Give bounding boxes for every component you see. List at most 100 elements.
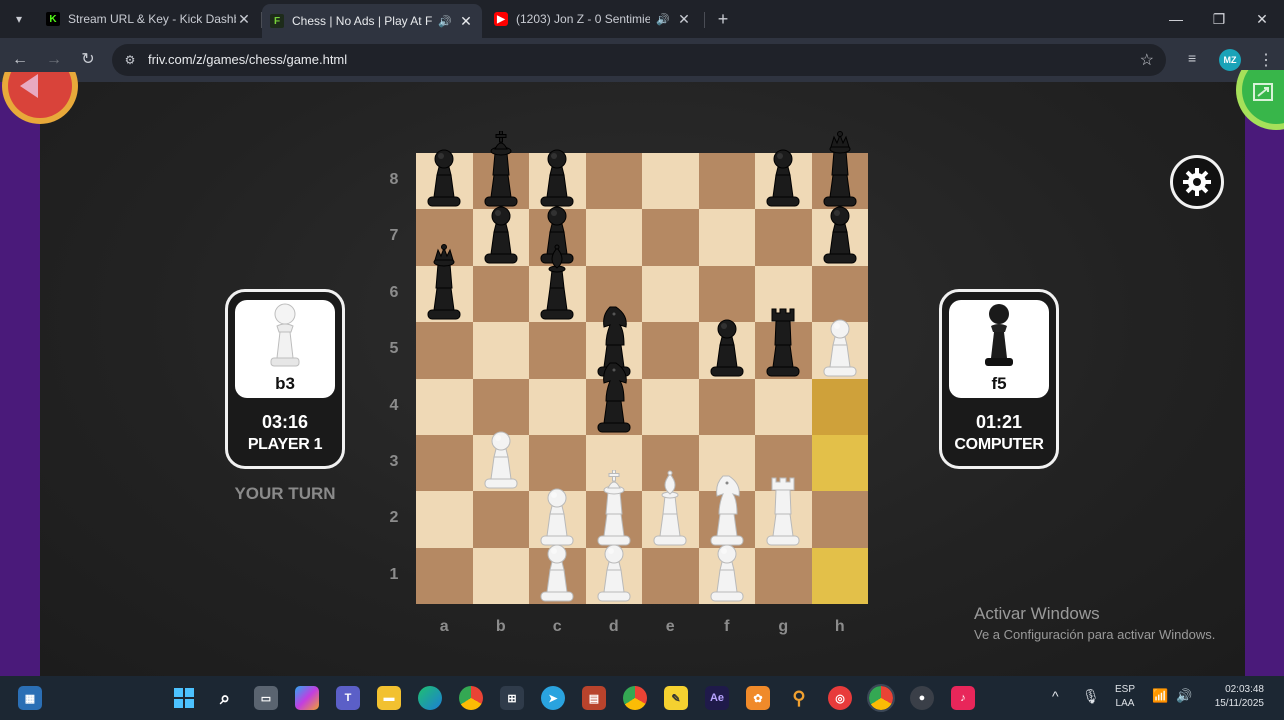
black-pawn-piece[interactable] — [761, 131, 805, 207]
square-b1[interactable] — [472, 547, 529, 605]
square-e6[interactable] — [642, 265, 699, 323]
chrome-profile-icon[interactable] — [623, 686, 647, 710]
square-e8[interactable] — [642, 153, 699, 210]
wifi-icon[interactable]: 📶 — [1152, 688, 1168, 704]
address-bar[interactable]: ⚙ friv.com/z/games/chess/game.html ☆ — [112, 44, 1166, 76]
winrar-icon[interactable]: ▤ — [582, 686, 606, 710]
restore-icon[interactable]: ❐ — [1208, 8, 1230, 30]
square-c5[interactable] — [529, 322, 586, 379]
square-b6[interactable] — [472, 265, 529, 323]
black-pawn-piece[interactable] — [422, 131, 466, 207]
black-queen-piece[interactable] — [422, 244, 466, 320]
square-f8[interactable] — [698, 153, 755, 210]
white-rook-piece[interactable] — [761, 470, 805, 546]
app-red-icon[interactable]: ◎ — [828, 686, 852, 710]
site-info-icon[interactable]: ⚙ — [122, 52, 138, 68]
square-a4[interactable] — [416, 378, 473, 435]
close-tab-icon[interactable]: ✕ — [676, 11, 692, 28]
square-b5[interactable] — [472, 322, 529, 379]
back-arrow-icon[interactable]: ← — [10, 50, 30, 70]
fl-studio-icon[interactable]: ✿ — [746, 686, 770, 710]
tiktok-icon[interactable]: ♪ — [951, 686, 975, 710]
white-bishop-piece[interactable] — [648, 470, 692, 546]
black-pawn-piece[interactable] — [705, 301, 749, 377]
tab-chess[interactable]: F Chess | No Ads | Play At Friv 🔊 ✕ — [262, 4, 482, 38]
close-tab-icon[interactable]: ✕ — [458, 13, 474, 30]
profile-avatar[interactable]: MZ — [1219, 49, 1241, 71]
square-e5[interactable] — [642, 322, 699, 379]
black-knight-piece[interactable] — [592, 357, 636, 433]
obs-icon[interactable]: ● — [910, 686, 934, 710]
square-c4[interactable] — [529, 378, 586, 435]
telegram-icon[interactable]: ➤ — [541, 686, 565, 710]
white-pawn-piece[interactable] — [705, 526, 749, 602]
black-pawn-piece[interactable] — [479, 188, 523, 264]
square-e1[interactable] — [642, 547, 699, 605]
clock[interactable]: 02:03:48 15/11/2025 — [1204, 684, 1264, 709]
tray-overflow-icon[interactable]: ^ — [1052, 688, 1059, 704]
white-pawn-piece[interactable] — [535, 526, 579, 602]
language-indicator[interactable]: ESP LAA — [1110, 684, 1140, 709]
square-h3[interactable] — [811, 435, 868, 492]
tab-search-dropdown[interactable]: ▾ — [8, 8, 30, 30]
square-a5[interactable] — [416, 322, 473, 379]
square-a1[interactable] — [416, 547, 473, 605]
menu-icon[interactable]: ⋮ — [1258, 50, 1274, 70]
square-e4[interactable] — [642, 378, 699, 435]
volume-icon[interactable]: 🔊 — [1176, 688, 1192, 704]
start-windows-icon[interactable] — [172, 686, 196, 710]
widgets-icon[interactable]: ▦ — [18, 686, 42, 710]
forward-arrow-icon[interactable]: → — [44, 50, 64, 70]
square-g4[interactable] — [755, 378, 812, 435]
new-tab-button[interactable]: + — [712, 8, 734, 30]
edge-icon[interactable] — [418, 686, 442, 710]
close-tab-icon[interactable]: ✕ — [236, 11, 252, 28]
black-rook-piece[interactable] — [761, 301, 805, 377]
teams-icon[interactable]: T — [336, 686, 360, 710]
close-window-icon[interactable]: ✕ — [1251, 8, 1273, 30]
fullscreen-icon[interactable] — [1228, 70, 1284, 132]
square-g1[interactable] — [755, 547, 812, 605]
settings-gear-button[interactable] — [1170, 155, 1224, 209]
tab-youtube[interactable]: ▶ (1203) Jon Z - 0 Sentimiento 🔊 ✕ — [486, 4, 700, 34]
square-g7[interactable] — [755, 209, 812, 266]
speaker-icon[interactable]: 🔊 — [438, 15, 452, 28]
square-e7[interactable] — [642, 209, 699, 266]
white-pawn-piece[interactable] — [592, 526, 636, 602]
square-a3[interactable] — [416, 435, 473, 492]
copilot-icon[interactable] — [295, 686, 319, 710]
task-view-icon[interactable]: ▭ — [254, 686, 278, 710]
square-h1[interactable] — [811, 547, 868, 605]
square-h2[interactable] — [811, 491, 868, 548]
square-h4[interactable] — [811, 378, 868, 435]
white-pawn-piece[interactable] — [479, 413, 523, 489]
search-icon[interactable]: ⌕ — [213, 686, 237, 710]
chrome-active-icon[interactable] — [867, 684, 895, 712]
url-text[interactable]: friv.com/z/games/chess/game.html — [148, 52, 347, 67]
black-pawn-piece[interactable] — [818, 188, 862, 264]
sticky-notes-icon[interactable]: ✎ — [664, 686, 688, 710]
square-a2[interactable] — [416, 491, 473, 548]
chrome-icon[interactable] — [459, 686, 483, 710]
chess-board[interactable] — [416, 131, 868, 605]
speaker-icon[interactable]: 🔊 — [656, 13, 670, 26]
player-label: PLAYER 1 — [247, 436, 323, 453]
after-effects-icon[interactable]: Ae — [705, 686, 729, 710]
square-d8[interactable] — [585, 153, 642, 210]
square-b2[interactable] — [472, 491, 529, 548]
black-bishop-piece[interactable] — [535, 244, 579, 320]
media-controls-icon[interactable]: ≡ — [1188, 50, 1196, 66]
reload-icon[interactable]: ↻ — [78, 50, 98, 70]
search-tool-icon[interactable]: ⚲ — [787, 686, 811, 710]
bookmark-star-icon[interactable]: ☆ — [1140, 50, 1154, 70]
square-d7[interactable] — [585, 209, 642, 266]
file-explorer-icon[interactable]: ▬ — [377, 686, 401, 710]
square-f4[interactable] — [698, 378, 755, 435]
white-pawn-piece[interactable] — [818, 301, 862, 377]
back-icon[interactable] — [0, 72, 96, 128]
minimize-icon[interactable]: — — [1165, 8, 1187, 30]
store-icon[interactable]: ⊞ — [500, 686, 524, 710]
square-f7[interactable] — [698, 209, 755, 266]
tab-kick[interactable]: K Stream URL & Key - Kick Dashb ✕ — [38, 4, 260, 34]
microphone-icon[interactable]: 🎙 — [1082, 688, 1100, 705]
